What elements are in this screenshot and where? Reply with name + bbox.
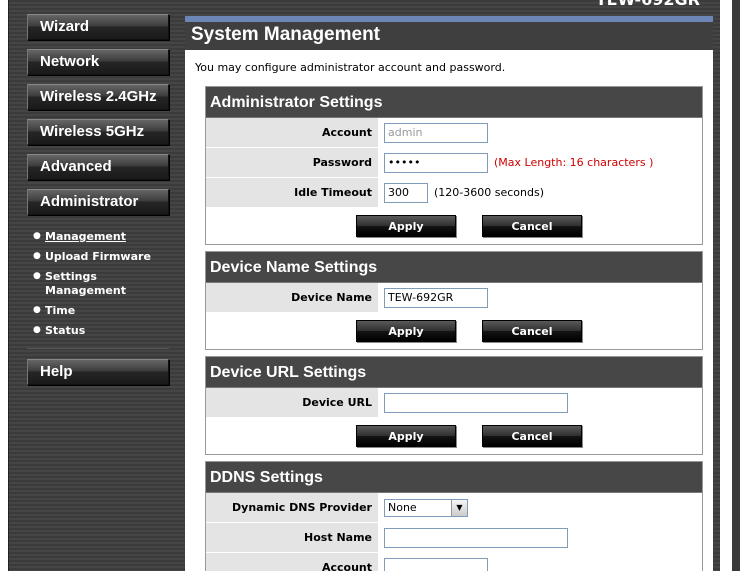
bullet-icon: ● [33, 271, 41, 281]
account-row: Account [206, 118, 702, 148]
sidebar-nav: Wizard Network Wireless 2.4GHz Wireless … [27, 14, 169, 394]
nav-network[interactable]: Network [27, 49, 169, 75]
window-edge [732, 0, 740, 571]
password-label: Password [206, 148, 378, 177]
nav-wireless-5ghz[interactable]: Wireless 5GHz [27, 119, 169, 145]
device-url-row: Device URL [206, 388, 702, 418]
device-url-apply-button[interactable]: Apply [356, 425, 456, 447]
submenu-label: Upload Firmware [45, 250, 151, 263]
administrator-submenu: ● Management ● Upload Firmware ● Setting… [27, 220, 169, 349]
submenu-item-management[interactable]: ● Management [27, 228, 169, 248]
idle-timeout-label: Idle Timeout [206, 178, 378, 207]
submenu-item-time[interactable]: ● Time [27, 302, 169, 322]
submenu-label: Settings Management [45, 270, 126, 297]
account-label: Account [206, 118, 378, 147]
device-name-label: Device Name [206, 283, 378, 312]
bullet-icon: ● [33, 305, 41, 315]
section-header: Device Name Settings [206, 252, 702, 283]
idle-timeout-hint: (120-3600 seconds) [434, 186, 544, 199]
ddns-account-row: Account [206, 553, 702, 571]
chevron-down-icon[interactable]: ▼ [451, 499, 467, 516]
password-input[interactable] [384, 152, 488, 173]
device-url-settings-section: Device URL Settings Device URL Apply Can… [205, 356, 703, 455]
device-name-input[interactable] [384, 287, 488, 308]
page-title: System Management [185, 22, 713, 50]
device-url-cancel-button[interactable]: Cancel [482, 425, 582, 447]
device-name-cancel-button[interactable]: Cancel [482, 320, 582, 342]
device-url-button-row: Apply Cancel [206, 418, 702, 454]
submenu-item-upload-firmware[interactable]: ● Upload Firmware [27, 248, 169, 268]
nav-administrator[interactable]: Administrator [27, 189, 169, 215]
nav-wizard[interactable]: Wizard [27, 14, 169, 40]
device-name-apply-button[interactable]: Apply [356, 320, 456, 342]
device-name-settings-section: Device Name Settings Device Name Apply C… [205, 251, 703, 350]
host-name-row: Host Name [206, 523, 702, 553]
ddns-account-label: Account [206, 553, 378, 571]
admin-button-row: Apply Cancel [206, 208, 702, 244]
submenu-item-settings-management[interactable]: ● Settings Management [27, 268, 169, 302]
submenu-label: Management [45, 230, 126, 243]
idle-timeout-row: Idle Timeout (120-3600 seconds) [206, 178, 702, 208]
device-url-input[interactable] [384, 392, 568, 413]
nav-wireless-24ghz[interactable]: Wireless 2.4GHz [27, 84, 169, 110]
password-row: Password (Max Length: 16 characters ) [206, 148, 702, 178]
submenu-item-status[interactable]: ● Status [27, 322, 169, 342]
admin-cancel-button[interactable]: Cancel [482, 215, 582, 237]
submenu-label: Status [45, 324, 86, 337]
ddns-provider-label: Dynamic DNS Provider [206, 493, 378, 522]
bullet-icon: ● [33, 325, 41, 335]
device-name-row: Device Name [206, 283, 702, 313]
brand-logo: TEW-692GR [596, 0, 700, 9]
device-url-label: Device URL [206, 388, 378, 417]
section-header: Administrator Settings [206, 87, 702, 118]
section-header: DDNS Settings [206, 462, 702, 493]
ddns-provider-select[interactable]: None ▼ [384, 498, 468, 517]
ddns-provider-row: Dynamic DNS Provider None ▼ [206, 493, 702, 523]
password-hint: (Max Length: 16 characters ) [494, 156, 654, 169]
ddns-settings-section: DDNS Settings Dynamic DNS Provider None … [205, 461, 703, 571]
administrator-settings-section: Administrator Settings Account Password … [205, 86, 703, 245]
section-header: Device URL Settings [206, 357, 702, 388]
idle-timeout-input[interactable] [384, 182, 428, 203]
app-frame: TEW-692GR Wizard Network Wireless 2.4GHz… [8, 0, 720, 571]
ddns-provider-value: None [388, 501, 417, 514]
account-input[interactable] [384, 122, 488, 143]
host-name-input[interactable] [384, 527, 568, 548]
host-name-label: Host Name [206, 523, 378, 552]
nav-help[interactable]: Help [27, 359, 169, 385]
ddns-account-input[interactable] [384, 557, 488, 571]
page-description: You may configure administrator account … [195, 61, 506, 74]
content-panel: System Management You may configure admi… [185, 16, 713, 571]
bullet-icon: ● [33, 231, 41, 241]
submenu-label: Time [45, 304, 76, 317]
nav-advanced[interactable]: Advanced [27, 154, 169, 180]
admin-apply-button[interactable]: Apply [356, 215, 456, 237]
device-name-button-row: Apply Cancel [206, 313, 702, 349]
bullet-icon: ● [33, 251, 41, 261]
